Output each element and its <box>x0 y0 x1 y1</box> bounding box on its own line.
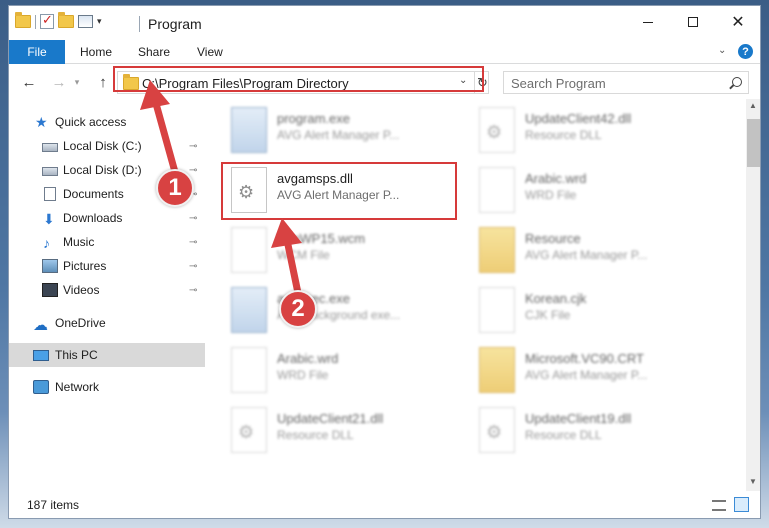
step-1-badge: 1 <box>156 169 194 207</box>
arrow-1-head <box>140 80 170 110</box>
arrow-1-shaft <box>151 96 179 176</box>
step-2-badge: 2 <box>279 290 317 328</box>
arrow-2-shaft <box>283 236 302 297</box>
annotation-arrows <box>140 80 302 297</box>
arrow-2-head <box>271 218 302 248</box>
